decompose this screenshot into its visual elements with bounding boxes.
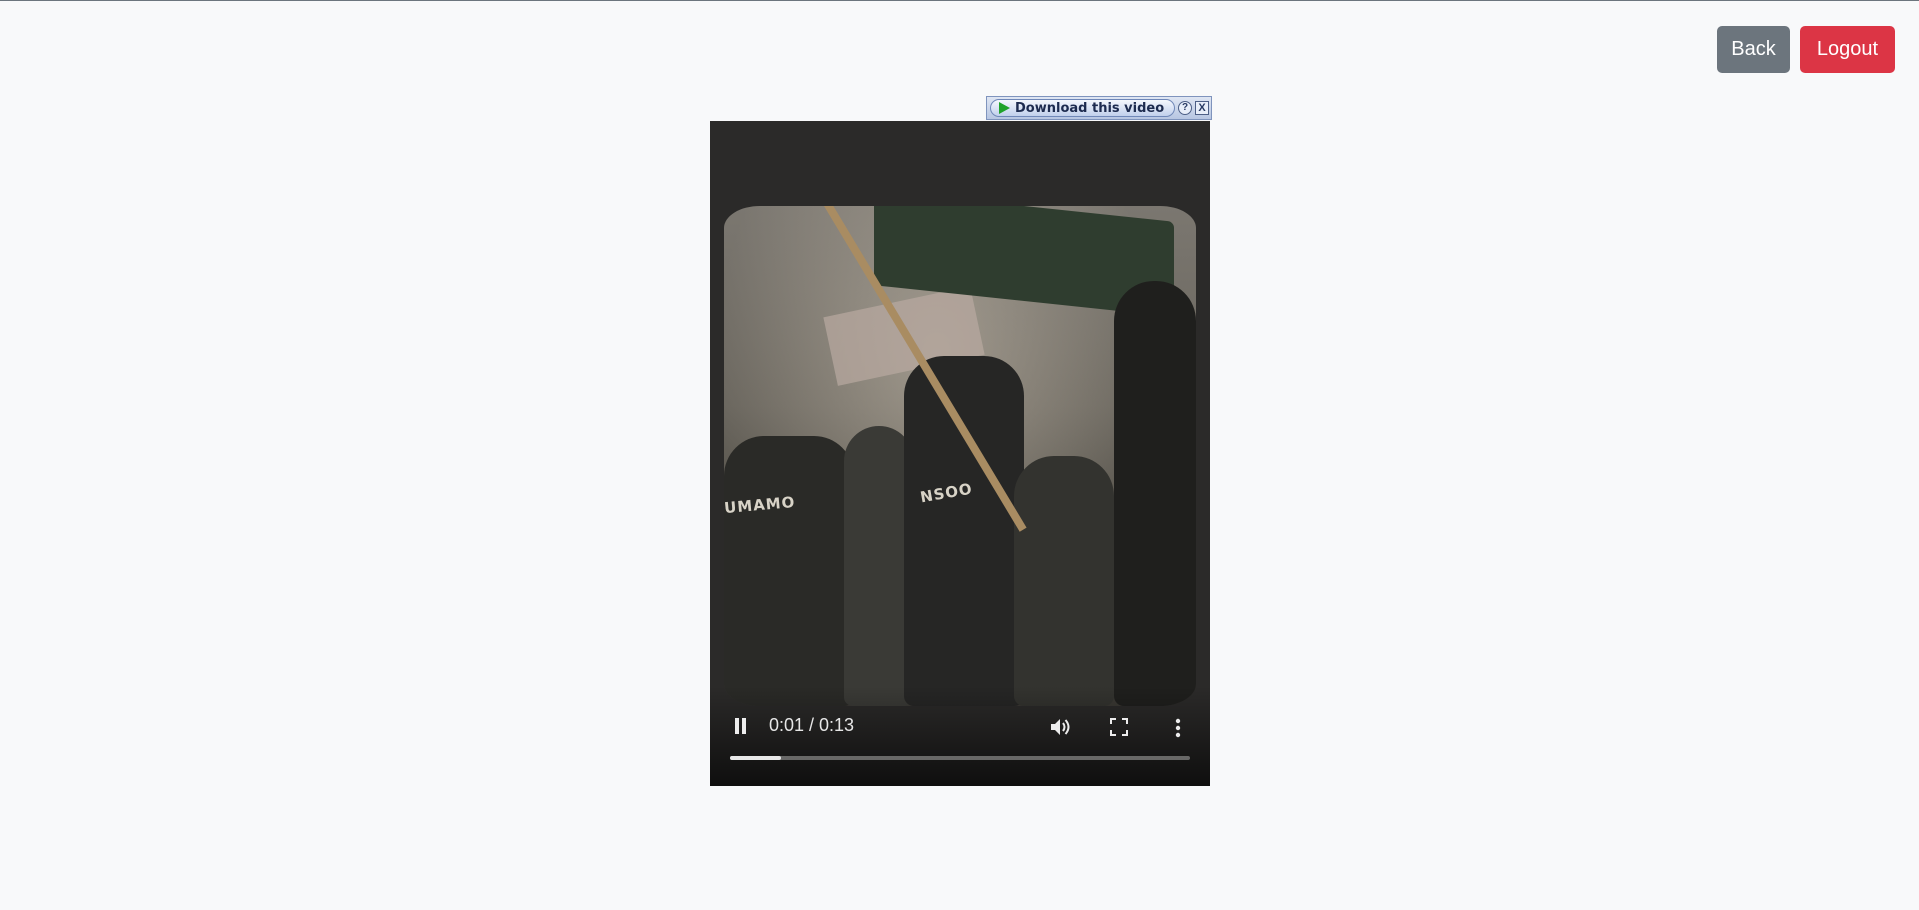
- person-silhouette: [904, 356, 1024, 706]
- video-player[interactable]: UMAMO NSOO 0:01 / 0:13: [710, 121, 1210, 786]
- person-silhouette: [1014, 456, 1114, 706]
- top-border: [0, 0, 1919, 1]
- fullscreen-icon[interactable]: [1110, 718, 1128, 736]
- close-icon[interactable]: X: [1195, 101, 1209, 115]
- back-button[interactable]: Back: [1717, 26, 1790, 73]
- more-options-icon[interactable]: [1173, 717, 1183, 739]
- logout-button[interactable]: Logout: [1800, 26, 1895, 73]
- time-display: 0:01 / 0:13: [769, 715, 855, 735]
- progress-fill: [730, 756, 781, 760]
- help-icon[interactable]: ?: [1178, 101, 1192, 115]
- person-silhouette: [1114, 281, 1196, 706]
- controls-overlay: [710, 686, 1210, 786]
- play-icon: [999, 102, 1010, 114]
- progress-bar[interactable]: [730, 756, 1190, 760]
- volume-icon[interactable]: [1049, 717, 1071, 737]
- download-video-button[interactable]: Download this video: [990, 99, 1175, 117]
- person-silhouette: [724, 436, 854, 706]
- download-video-label: Download this video: [1015, 100, 1165, 116]
- video-frame: UMAMO NSOO: [724, 206, 1196, 706]
- pause-icon[interactable]: [733, 718, 747, 734]
- download-toolbar: Download this video ? X: [986, 96, 1212, 120]
